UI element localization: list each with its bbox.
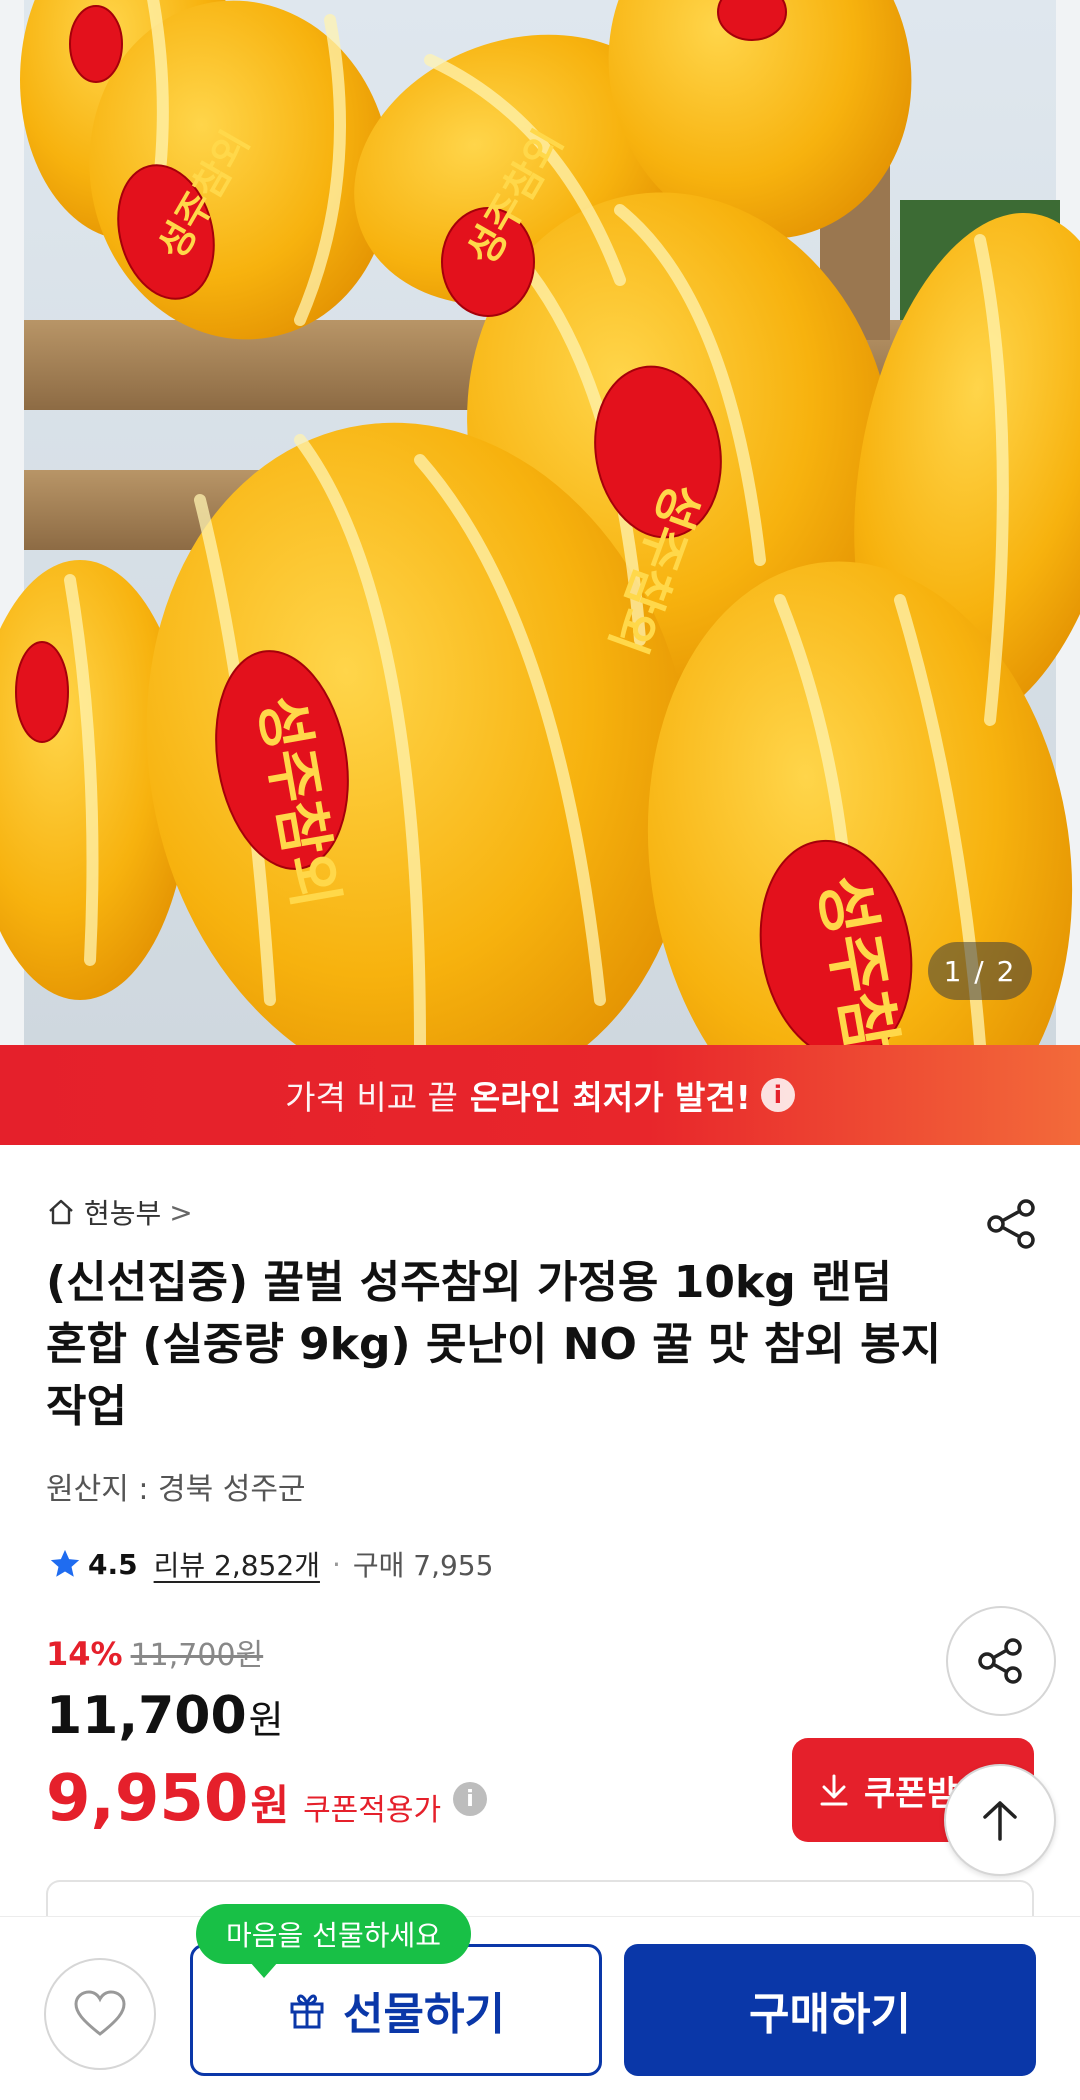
star-icon xyxy=(50,1549,80,1577)
store-name: 현농부 xyxy=(84,1197,162,1230)
wishlist-button[interactable] xyxy=(44,1958,156,2070)
banner-text: 가격 비교 끝 xyxy=(285,1078,458,1117)
gift-icon xyxy=(290,1994,324,2029)
product-title: (신선집중) 꿀벌 성주참외 가정용 10kg 랜덤 혼합 (실중량 9kg) … xyxy=(46,1257,942,1432)
product-photo: 성주참외 성주참외 성주참외 성주참외 성주참외 xyxy=(0,0,1080,1045)
download-icon xyxy=(820,1774,848,1806)
sale-price: 11,700원 xyxy=(46,1686,284,1746)
info-icon[interactable]: i xyxy=(760,1078,795,1112)
home-icon xyxy=(49,1199,73,1225)
rating-score: 4.5 xyxy=(88,1547,138,1581)
arrow-up-icon xyxy=(983,1801,1017,1841)
share-button[interactable] xyxy=(946,1606,1056,1716)
rating-row: 4.5 리뷰 2,852개 · 구매 7,955 xyxy=(48,1544,493,1584)
product-image-gallery[interactable]: 성주참외 성주참외 성주참외 성주참외 성주참외 1 / 2 xyxy=(0,0,1080,1045)
info-icon[interactable]: i xyxy=(453,1782,488,1816)
scroll-to-top-button[interactable] xyxy=(944,1764,1056,1876)
separator-dot: · xyxy=(331,1547,341,1581)
banner-highlight: 온라인 최저가 발견! xyxy=(469,1078,751,1117)
store-link[interactable]: 현농부 > xyxy=(46,1192,193,1232)
lowest-price-banner[interactable]: 가격 비교 끝 온라인 최저가 발견! i xyxy=(0,1045,1080,1145)
purchase-count: 구매 7,955 xyxy=(352,1549,494,1582)
coupon-price-label: 쿠폰적용가 xyxy=(303,1793,442,1828)
review-count-link[interactable]: 리뷰 2,852개 xyxy=(154,1544,320,1584)
heart-icon xyxy=(74,1990,126,2036)
coupon-price: 9,950 원 쿠폰적용가 i xyxy=(46,1762,488,1836)
original-price: 11,700원 xyxy=(130,1638,264,1673)
discount-rate: 14% xyxy=(46,1635,123,1673)
buy-button[interactable]: 구매하기 xyxy=(624,1944,1036,2076)
product-origin: 원산지 : 경북 성주군 xyxy=(46,1472,306,1507)
sale-price-unit: 원 xyxy=(248,1698,284,1742)
gift-button-label: 선물하기 xyxy=(343,1989,505,2040)
gift-tooltip: 마음을 선물하세요 xyxy=(196,1904,471,1978)
sale-price-value: 11,700 xyxy=(46,1686,247,1746)
coupon-price-unit: 원 xyxy=(250,1781,290,1830)
coupon-price-value: 9,950 xyxy=(46,1762,249,1836)
share-icon[interactable] xyxy=(984,1196,1040,1252)
chevron-right-icon: > xyxy=(169,1195,193,1229)
gallery-page-indicator: 1 / 2 xyxy=(928,942,1032,1000)
share-icon xyxy=(978,1638,1022,1684)
discount-row: 14% 11,700원 xyxy=(46,1630,263,1674)
